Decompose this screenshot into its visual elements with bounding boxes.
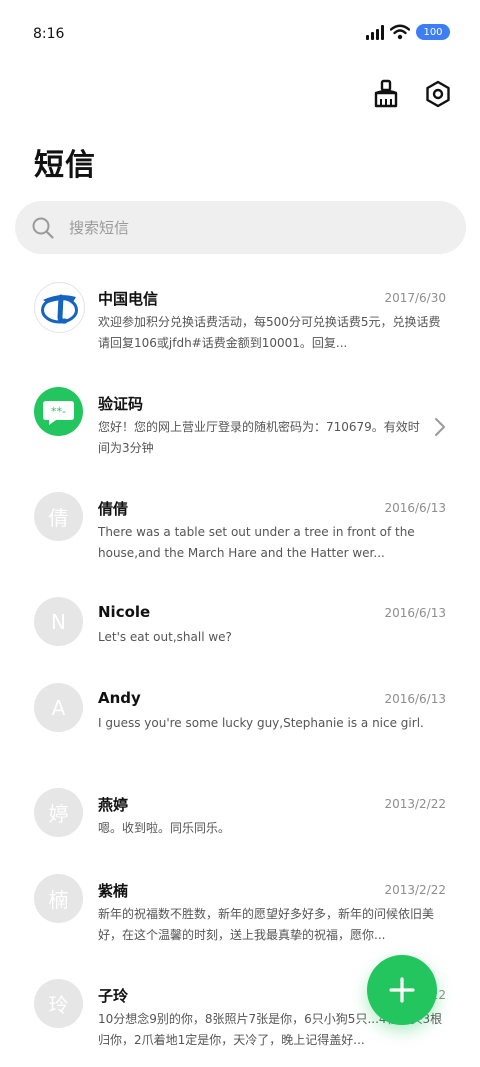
status-bar: 8:16 100 — [0, 0, 480, 64]
message-date: 2013/2/22 — [384, 797, 446, 811]
plus-icon — [389, 977, 415, 1003]
sender-name: 燕婷 — [98, 796, 129, 814]
china-telecom-logo — [41, 294, 78, 324]
page-title: 短信 — [34, 148, 96, 183]
settings-icon — [426, 80, 450, 108]
new-message-button[interactable] — [367, 955, 437, 1025]
search-icon — [32, 217, 54, 239]
avatar: 倩 — [34, 492, 83, 541]
messages-screen: 8:16 100 短信 搜索短信 中国电信 2017/6/30 欢迎参加积分兑换… — [0, 0, 480, 1067]
message-preview: I guess you're some lucky guy,Stephanie … — [98, 716, 424, 730]
clean-button[interactable] — [370, 78, 402, 110]
list-item[interactable]: A Andy 2016/6/13 I guess you're some luc… — [0, 663, 480, 768]
message-preview: 欢迎参加积分兑换话费活动，每500分可兑换话费5元，兑换话费请回复106或jfd… — [98, 315, 441, 350]
avatar — [34, 282, 85, 333]
sender-name: 验证码 — [98, 395, 144, 413]
message-preview: There was a table set out under a tree i… — [98, 525, 415, 560]
message-date: 2016/6/13 — [384, 692, 446, 706]
list-item[interactable]: **- 验证码 您好！您的网上营业厅登录的随机密码为：710679。有效时间为3… — [0, 367, 480, 472]
list-item[interactable]: 婷 燕婷 2013/2/22 嗯。收到啦。同乐同乐。 — [0, 768, 480, 854]
battery-indicator: 100 — [416, 24, 450, 40]
svg-text:**-: **- — [51, 405, 66, 418]
avatar: 玲 — [34, 979, 83, 1028]
message-date: 2016/6/13 — [384, 501, 446, 515]
sender-name: 倩倩 — [98, 500, 129, 518]
signal-icon — [366, 24, 384, 40]
message-list: 中国电信 2017/6/30 欢迎参加积分兑换话费活动，每500分可兑换话费5元… — [0, 262, 480, 1064]
avatar: 婷 — [34, 788, 83, 837]
broom-icon — [374, 79, 398, 108]
avatar: 楠 — [34, 874, 83, 923]
list-item[interactable]: 倩 倩倩 2016/6/13 There was a table set out… — [0, 472, 480, 577]
chevron-right-icon — [435, 418, 445, 436]
message-preview: 新年的祝福数不胜数，新年的愿望好多好多，新年的问候依旧美好，在这个温馨的时刻，送… — [98, 907, 435, 942]
settings-button[interactable] — [422, 78, 454, 110]
list-item[interactable]: N Nicole 2016/6/13 Let's eat out,shall w… — [0, 577, 480, 663]
list-item[interactable]: 中国电信 2017/6/30 欢迎参加积分兑换话费活动，每500分可兑换话费5元… — [0, 262, 480, 367]
message-date: 2017/6/30 — [384, 291, 446, 305]
avatar: N — [34, 597, 83, 646]
sender-name: Nicole — [98, 603, 151, 621]
status-time: 8:16 — [33, 26, 65, 42]
search-bar[interactable]: 搜索短信 — [15, 201, 466, 254]
message-date: 2013/2/22 — [384, 883, 446, 897]
message-preview: 嗯。收到啦。同乐同乐。 — [98, 821, 231, 835]
sender-name: Andy — [98, 689, 141, 707]
message-preview: Let's eat out,shall we? — [98, 630, 232, 644]
list-item[interactable]: 楠 紫楠 2013/2/22 新年的祝福数不胜数，新年的愿望好多好多，新年的问候… — [0, 854, 480, 959]
message-preview: 您好！您的网上营业厅登录的随机密码为：710679。有效时间为3分钟 — [98, 420, 420, 455]
wifi-icon — [390, 24, 410, 40]
avatar: **- — [34, 387, 83, 436]
sender-name: 紫楠 — [98, 882, 129, 900]
verification-code-icon: **- — [43, 401, 74, 425]
message-date: 2016/6/13 — [384, 606, 446, 620]
top-actions — [370, 78, 454, 110]
sender-name: 子玲 — [98, 987, 129, 1005]
sender-name: 中国电信 — [98, 290, 159, 308]
status-icons: 100 — [366, 24, 450, 40]
avatar: A — [34, 683, 83, 732]
search-placeholder: 搜索短信 — [69, 219, 130, 237]
